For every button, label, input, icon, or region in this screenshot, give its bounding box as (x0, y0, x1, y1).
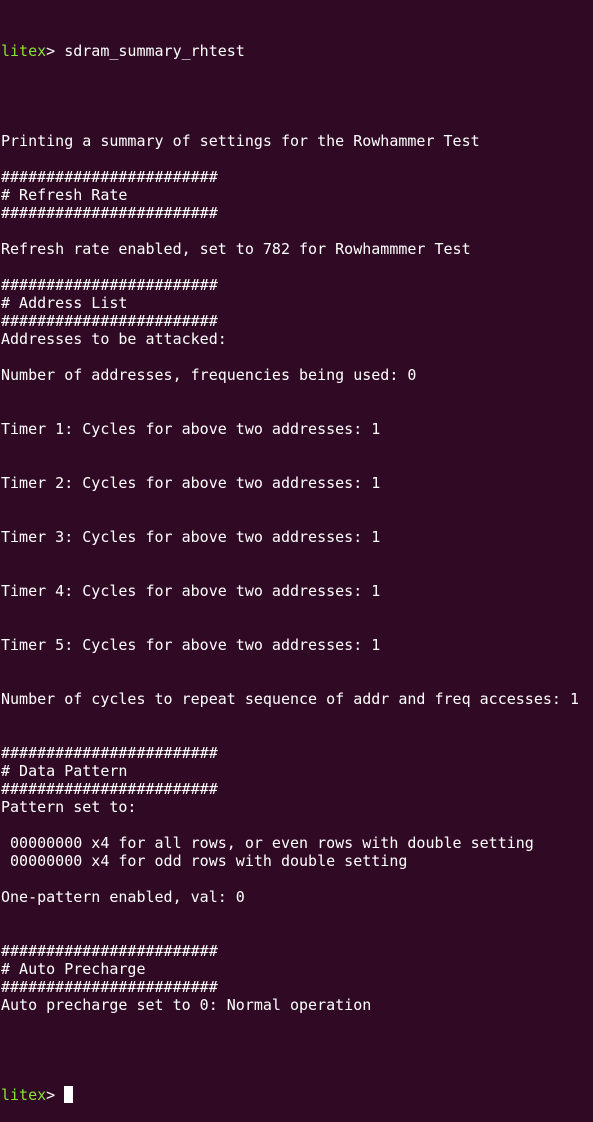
output-line: Printing a summary of settings for the R… (1, 132, 480, 150)
output-line: Timer 1: Cycles for above two addresses:… (1, 420, 381, 438)
output-line: # Refresh Rate (1, 186, 128, 204)
prompt-name: litex (1, 42, 47, 60)
output-line: ######################## (1, 744, 218, 762)
active-prompt-line[interactable]: litex> (1, 1086, 593, 1104)
active-prompt-name: litex (1, 1086, 47, 1104)
output-lines: Printing a summary of settings for the R… (1, 96, 593, 1050)
command-line: litex> sdram_summary_rhtest (1, 42, 593, 60)
output-line: One-pattern enabled, val: 0 (1, 888, 245, 906)
output-line: # Data Pattern (1, 762, 128, 780)
output-line: 00000000 x4 for odd rows with double set… (1, 852, 408, 870)
output-line: Addresses to be attacked: (1, 330, 227, 348)
output-line: Timer 2: Cycles for above two addresses:… (1, 474, 381, 492)
output-line: ######################## (1, 168, 218, 186)
output-line: Timer 3: Cycles for above two addresses:… (1, 528, 381, 546)
active-prompt-symbol: > (46, 1086, 65, 1104)
output-line: ######################## (1, 204, 218, 222)
output-line: ######################## (1, 780, 218, 798)
output-line: Timer 4: Cycles for above two addresses:… (1, 582, 381, 600)
output-line: ######################## (1, 942, 218, 960)
command-text: sdram_summary_rhtest (64, 42, 245, 60)
output-line: Number of addresses, frequencies being u… (1, 366, 417, 384)
output-line: Number of cycles to repeat sequence of a… (1, 690, 579, 708)
terminal-output[interactable]: litex> sdram_summary_rhtest Printing a s… (1, 6, 593, 1122)
output-line: # Address List (1, 294, 128, 312)
output-line: Pattern set to: (1, 798, 137, 816)
output-line: ######################## (1, 312, 218, 330)
output-line: Refresh rate enabled, set to 782 for Row… (1, 240, 471, 258)
output-line: Timer 5: Cycles for above two addresses:… (1, 636, 381, 654)
output-line: ######################## (1, 978, 218, 996)
text-cursor[interactable] (64, 1086, 74, 1103)
prompt-symbol: > (46, 42, 65, 60)
output-line: Auto precharge set to 0: Normal operatio… (1, 996, 372, 1014)
output-line: 00000000 x4 for all rows, or even rows w… (1, 834, 534, 852)
output-line: # Auto Precharge (1, 960, 146, 978)
output-line: ######################## (1, 276, 218, 294)
